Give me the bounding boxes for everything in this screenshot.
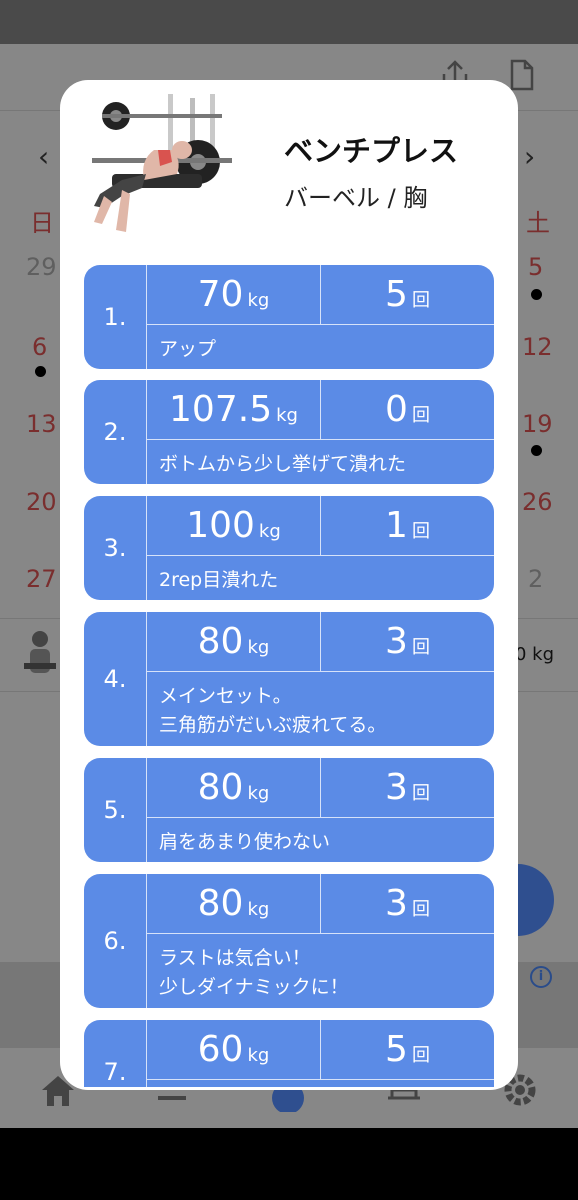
calendar-day[interactable]: 5 (528, 253, 543, 281)
set-reps[interactable]: 5回 (321, 1020, 494, 1079)
calendar-day[interactable]: 12 (522, 333, 553, 361)
status-bar (0, 0, 578, 44)
set-reps[interactable]: 0回 (321, 380, 494, 439)
set-number: 6. (103, 927, 127, 955)
dow-saturday: 土 (526, 209, 550, 237)
set-weight[interactable]: 80 kg (147, 874, 321, 933)
set-list[interactable]: 1. 70 kg 5回 アップ 2. 107.5 kg 0回 ボトムから少し挙げて潰… (84, 265, 494, 1087)
set-reps[interactable]: 3回 (321, 612, 494, 671)
set-memo[interactable]: 2rep目潰れた (147, 556, 494, 595)
set-card[interactable]: 5. 80 kg 3回 肩をあまり使わない (84, 758, 494, 862)
prev-month-button[interactable]: ‹ (38, 140, 49, 173)
set-number: 4. (103, 665, 127, 693)
bench-press-illustration (92, 94, 232, 232)
set-reps[interactable]: 3回 (321, 874, 494, 933)
calendar-day[interactable]: 13 (26, 410, 57, 438)
calendar-day[interactable]: 27 (26, 565, 57, 593)
set-number: 3. (103, 534, 127, 562)
set-card[interactable]: 1. 70 kg 5回 アップ (84, 265, 494, 369)
set-memo[interactable]: アップ (147, 325, 494, 364)
set-weight[interactable]: 70 kg (147, 265, 321, 324)
log-weight-text: 0 kg (514, 644, 554, 665)
set-card[interactable]: 6. 80 kg 3回 ラストは気合い！ 少しダイナミックに！ (84, 874, 494, 1008)
set-card[interactable]: 2. 107.5 kg 0回 ボトムから少し挙げて潰れた (84, 380, 494, 484)
exercise-name: ベンチプレス (284, 134, 459, 168)
set-memo[interactable]: ラストは気合い！ 少しダイナミックに！ (147, 934, 494, 1002)
set-number: 1. (103, 303, 127, 331)
calendar-day[interactable]: 2 (528, 565, 543, 593)
calendar-day[interactable]: 19 (522, 410, 553, 438)
set-weight[interactable]: 80 kg (147, 758, 321, 817)
dow-sunday: 日 (30, 209, 54, 237)
set-memo[interactable]: 肩をあまり使わない (147, 818, 494, 857)
calendar-day[interactable]: 26 (522, 488, 553, 516)
set-number: 2. (103, 418, 127, 446)
set-weight[interactable]: 80 kg (147, 612, 321, 671)
calendar-day[interactable]: 20 (26, 488, 57, 516)
set-memo[interactable]: メインセット。 三角筋がだいぶ疲れてる。 (147, 672, 494, 740)
set-card[interactable]: 4. 80 kg 3回 メインセット。 三角筋がだいぶ疲れてる。 (84, 612, 494, 746)
exercise-thumbnail (24, 631, 56, 673)
calendar-day[interactable]: 6 (32, 333, 47, 361)
set-number: 5. (103, 796, 127, 824)
set-card[interactable]: 7. 60 kg 5回 (84, 1020, 494, 1087)
set-weight[interactable]: 107.5 kg (147, 380, 321, 439)
exercise-category: バーベル / 胸 (284, 184, 428, 212)
next-month-button[interactable]: › (524, 140, 535, 173)
calendar-day[interactable]: 29 (26, 253, 57, 281)
set-weight[interactable]: 60 kg (147, 1020, 321, 1079)
workout-dot (531, 289, 542, 300)
set-number: 7. (103, 1058, 127, 1086)
workout-dot (35, 366, 46, 377)
ad-info-icon[interactable]: i (530, 966, 552, 988)
workout-dot (531, 445, 542, 456)
set-weight[interactable]: 100 kg (147, 496, 321, 555)
set-card[interactable]: 3. 100 kg 1回 2rep目潰れた (84, 496, 494, 600)
set-reps[interactable]: 5回 (321, 265, 494, 324)
set-reps[interactable]: 1回 (321, 496, 494, 555)
set-reps[interactable]: 3回 (321, 758, 494, 817)
exercise-detail-modal: ベンチプレス バーベル / 胸 1. 70 kg 5回 アップ 2. 107.5 k… (60, 80, 518, 1090)
set-memo[interactable] (147, 1080, 494, 1087)
set-memo[interactable]: ボトムから少し挙げて潰れた (147, 440, 494, 479)
